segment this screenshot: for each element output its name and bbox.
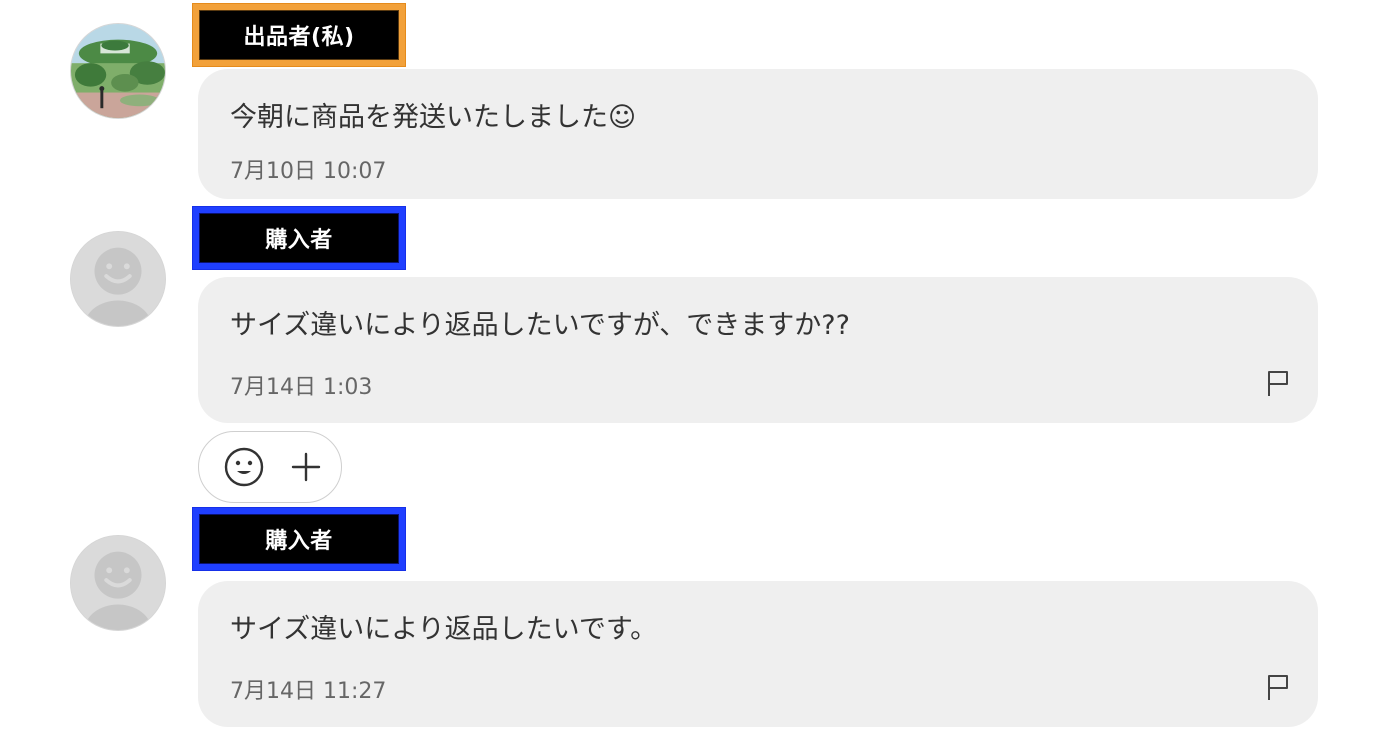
role-label-buyer: 購入者 (193, 508, 405, 570)
role-label-text: 購入者 (265, 529, 333, 554)
buyer-avatar[interactable] (70, 535, 166, 631)
plus-icon[interactable] (285, 446, 327, 488)
smiley-icon[interactable] (223, 446, 265, 488)
role-label-text: 購入者 (265, 228, 333, 253)
default-user-avatar-icon (71, 536, 165, 630)
role-label-buyer: 購入者 (193, 207, 405, 269)
role-label-seller: 出品者(私) (193, 4, 405, 66)
message-text: 今朝に商品を発送いたしました☺ (230, 102, 637, 133)
buyer-avatar[interactable] (70, 231, 166, 327)
message-bubble: サイズ違いにより返品したいです。 7月14日 11:27 (198, 581, 1318, 727)
report-flag-icon[interactable] (1266, 673, 1290, 701)
message-bubble: 今朝に商品を発送いたしました☺ 7月10日 10:07 (198, 69, 1318, 199)
message-bubble: サイズ違いにより返品したいですが、できますか?? 7月14日 1:03 (198, 277, 1318, 423)
landscape-photo-avatar-icon (71, 24, 165, 118)
reaction-bar[interactable] (198, 431, 342, 503)
message-timestamp: 7月14日 1:03 (230, 375, 373, 400)
seller-avatar[interactable] (70, 23, 166, 119)
message-text: サイズ違いにより返品したいですが、できますか?? (230, 310, 850, 341)
role-label-text: 出品者(私) (243, 25, 355, 50)
message-timestamp: 7月10日 10:07 (230, 159, 387, 184)
message-timestamp: 7月14日 11:27 (230, 679, 387, 704)
report-flag-icon[interactable] (1266, 369, 1290, 397)
message-text: サイズ違いにより返品したいです。 (230, 614, 658, 645)
default-user-avatar-icon (71, 232, 165, 326)
